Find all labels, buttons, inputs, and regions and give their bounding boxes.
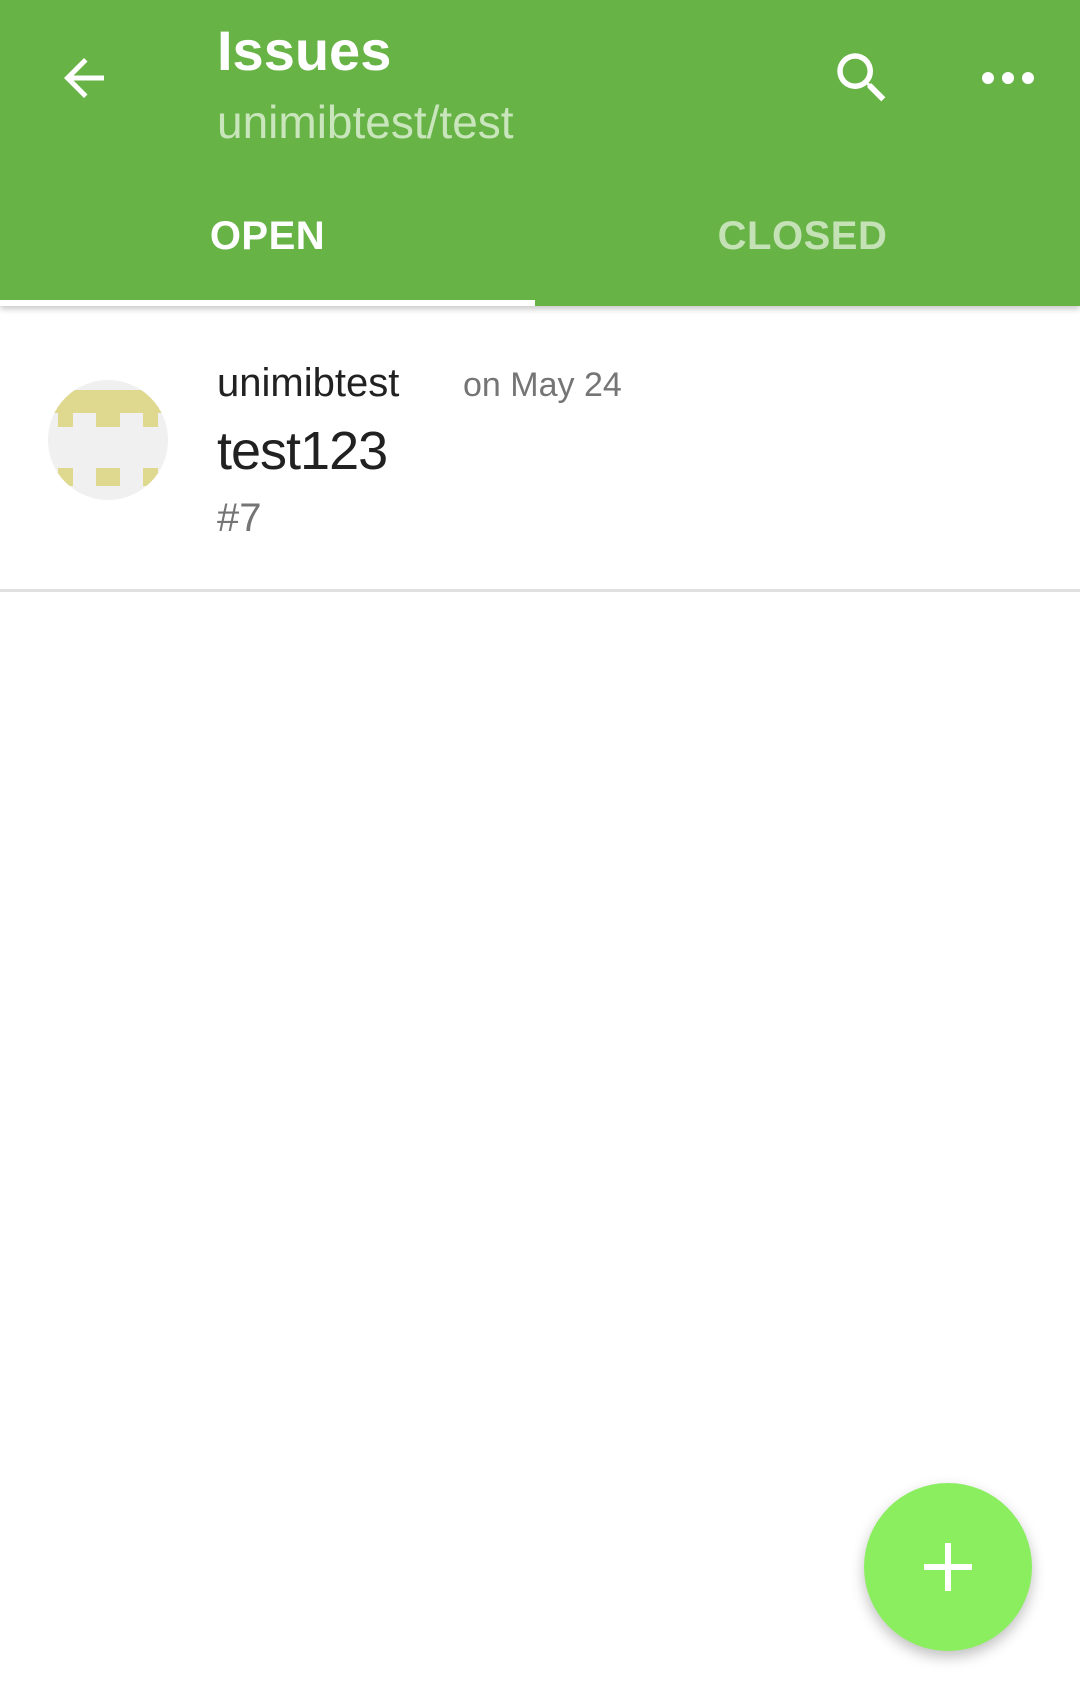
issue-number: #7 <box>217 496 262 540</box>
tab-indicator <box>0 300 535 306</box>
more-horizontal-icon <box>982 72 1034 84</box>
issue-author: unimibtest <box>217 361 400 405</box>
tab-open[interactable]: OPEN <box>0 200 535 306</box>
arrow-back-icon <box>64 58 104 98</box>
plus-icon <box>924 1543 972 1591</box>
list-divider <box>0 589 1080 592</box>
app-bar: Issues unimibtest/test OPEN CLOSED <box>0 0 1080 306</box>
search-icon <box>837 53 886 102</box>
identicon-avatar <box>48 390 168 486</box>
issue-list-item[interactable]: unimibtest on May 24 test123 #7 <box>0 306 1080 591</box>
issue-title: test123 <box>217 421 388 481</box>
tab-closed[interactable]: CLOSED <box>535 200 1070 306</box>
issue-date: on May 24 <box>463 366 622 404</box>
more-options-button[interactable] <box>968 38 1048 118</box>
add-issue-button[interactable] <box>864 1483 1032 1651</box>
avatar <box>48 380 168 500</box>
page-title: Issues <box>217 19 392 82</box>
repo-subtitle: unimibtest/test <box>217 96 514 148</box>
search-button[interactable] <box>822 38 902 118</box>
back-button[interactable] <box>44 38 124 118</box>
